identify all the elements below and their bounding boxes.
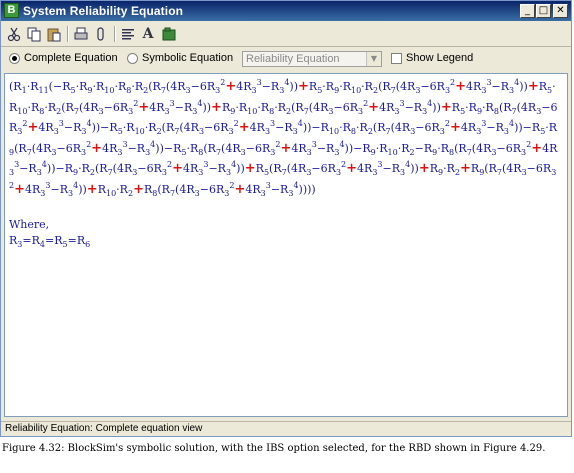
where-label: Where, <box>9 218 50 231</box>
blocksim-app-icon: B <box>4 3 19 18</box>
toolbar-separator <box>67 26 69 42</box>
toolbar: A <box>1 22 571 47</box>
symbolic-equation-radio[interactable] <box>127 53 138 64</box>
cut-icon[interactable] <box>4 24 24 44</box>
status-text: Reliability Equation: Complete equation … <box>5 423 203 434</box>
equation-type-select[interactable]: Reliability Equation ▼ <box>242 51 382 67</box>
symbolic-equation-label[interactable]: Symbolic Equation <box>142 52 233 64</box>
where-block: Where, R3=R4=R5=R6 <box>9 217 90 249</box>
status-bar: Reliability Equation: Complete equation … <box>1 421 571 437</box>
chevron-down-icon[interactable]: ▼ <box>366 52 381 66</box>
export-icon[interactable] <box>159 24 179 44</box>
minimize-button[interactable]: _ <box>520 4 535 18</box>
maximize-button[interactable]: □ <box>536 4 551 18</box>
equality-condition: R3=R4=R5=R6 <box>9 234 91 249</box>
window-title: System Reliability Equation <box>23 4 184 18</box>
complete-equation-label[interactable]: Complete Equation <box>24 52 118 64</box>
font-icon[interactable]: A <box>138 24 158 44</box>
equation-view[interactable]: (R1·R11(−R5·R9·R10·R8·R2(R7(4R3−6R32+4R3… <box>4 73 568 417</box>
reliability-equation-text: (R1·R11(−R5·R9·R10·R8·R2(R7(4R3−6R32+4R3… <box>9 78 558 198</box>
title-bar[interactable]: B System Reliability Equation _ □ ✕ <box>1 1 571 21</box>
equation-type-value: Reliability Equation <box>246 53 340 65</box>
align-icon[interactable] <box>118 24 138 44</box>
show-legend-label[interactable]: Show Legend <box>406 52 473 64</box>
toolbar-separator <box>114 26 116 42</box>
print-icon[interactable] <box>71 24 91 44</box>
complete-equation-radio[interactable] <box>9 53 20 64</box>
reliability-equation-window: B System Reliability Equation _ □ ✕ A Co… <box>0 0 572 437</box>
figure-caption: Figure 4.32: BlockSim's symbolic solutio… <box>2 443 546 454</box>
close-button[interactable]: ✕ <box>553 4 568 18</box>
copy-icon[interactable] <box>24 24 44 44</box>
equation-options-bar: Complete Equation Symbolic Equation Reli… <box>1 47 571 71</box>
paste-icon[interactable] <box>44 24 64 44</box>
clip-icon[interactable] <box>91 24 111 44</box>
show-legend-checkbox[interactable] <box>391 53 402 64</box>
